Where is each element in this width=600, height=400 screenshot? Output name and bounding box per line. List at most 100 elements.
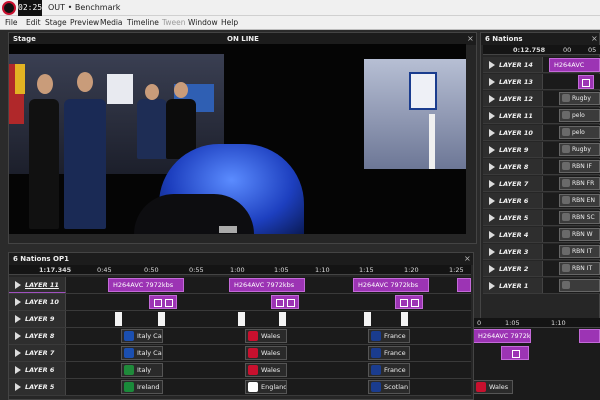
right-layer-label[interactable]: LAYER 2 [483, 261, 543, 276]
stage-view[interactable] [9, 44, 466, 234]
timeline-marker-bar[interactable] [158, 312, 165, 326]
right-layer-row[interactable]: LAYER 4 RBN W [483, 227, 600, 243]
right-thumb-clip[interactable]: RBN IT [559, 245, 600, 258]
play-icon[interactable] [489, 180, 495, 188]
play-icon[interactable] [15, 349, 21, 357]
timeline-marker-bar[interactable] [364, 312, 371, 326]
play-icon[interactable] [15, 298, 21, 306]
right-layer-row[interactable]: LAYER 6 RBN EN [483, 193, 600, 209]
timeline-clip[interactable]: H264AVC 7972kbs [229, 278, 305, 292]
play-icon[interactable] [489, 197, 495, 205]
right-layer-label[interactable]: LAYER 7 [483, 176, 543, 191]
timeline-layer-label[interactable]: LAYER 5 [9, 379, 66, 395]
right-layer-row[interactable]: LAYER 8 RBN IF [483, 159, 600, 175]
menu-help[interactable]: Help [221, 16, 238, 30]
timeline-mini-clip[interactable] [271, 295, 299, 309]
nation-clip[interactable]: Wales [245, 329, 287, 343]
right-thumb-clip[interactable]: RBN SC [559, 211, 600, 224]
nation-clip[interactable]: Wales [245, 363, 287, 377]
right-thumb-clip[interactable]: RBN W [559, 228, 600, 241]
right-layer-label[interactable]: LAYER 14 [483, 57, 543, 72]
menu-file[interactable]: File [5, 16, 18, 30]
timeline-layer-label[interactable]: LAYER 6 [9, 362, 66, 378]
timeline-mini-clip[interactable] [395, 295, 423, 309]
right-layer-label[interactable]: LAYER 13 [483, 74, 543, 89]
menu-preview[interactable]: Preview [70, 16, 99, 30]
timeline-layer-label[interactable]: LAYER 10 [9, 294, 66, 310]
stage-close-icon[interactable]: × [467, 33, 474, 45]
timeline-layer-row[interactable]: LAYER 10 [9, 294, 471, 311]
menu-media[interactable]: Media [100, 16, 123, 30]
right-thumb-clip[interactable]: Rugby [559, 92, 600, 105]
play-icon[interactable] [489, 129, 495, 137]
right-layer-row[interactable]: LAYER 1 [483, 278, 600, 294]
timeline-layer-label[interactable]: LAYER 9 [9, 311, 66, 327]
nation-clip[interactable]: Italy [121, 363, 163, 377]
right-thumb-clip[interactable]: RBN EN [559, 194, 600, 207]
right-layer-label[interactable]: LAYER 4 [483, 227, 543, 242]
timeline-layer-label[interactable]: LAYER 8 [9, 328, 66, 344]
play-icon[interactable] [489, 146, 495, 154]
nation-clip[interactable]: Italy Ca [121, 346, 163, 360]
right-layer-label[interactable]: LAYER 5 [483, 210, 543, 225]
right-layer-row[interactable]: LAYER 10 pelo [483, 125, 600, 141]
right-bottom-clip[interactable]: H264AVC 7972kbs [473, 329, 531, 343]
right-clip[interactable]: H264AVC [549, 58, 600, 72]
menu-window[interactable]: Window [188, 16, 218, 30]
timeline-marker-bar[interactable] [238, 312, 245, 326]
right-layer-row[interactable]: LAYER 14 H264AVC [483, 57, 600, 73]
timeline-clip[interactable]: H264AVC 7972kbs [353, 278, 429, 292]
nation-clip[interactable]: England [245, 380, 287, 394]
right-thumb-clip[interactable]: pelo [559, 126, 600, 139]
right-bottom-mini-clip[interactable] [501, 346, 529, 360]
right-layer-row[interactable]: LAYER 5 RBN SC [483, 210, 600, 226]
right-thumb-clip[interactable]: RBN IT [559, 262, 600, 275]
menu-timeline[interactable]: Timeline [127, 16, 159, 30]
right-layer-row[interactable]: LAYER 12 Rugby [483, 91, 600, 107]
timeline-mini-clip[interactable] [149, 295, 177, 309]
timeline-layer-row[interactable]: LAYER 9 [9, 311, 471, 328]
nation-clip[interactable]: Italy Ca [121, 329, 163, 343]
timeline-marker-bar[interactable] [279, 312, 286, 326]
right-thumb-clip[interactable]: pelo [559, 109, 600, 122]
timeline-marker-bar[interactable] [401, 312, 408, 326]
timeline-layer-label[interactable]: LAYER 11 [9, 277, 66, 293]
play-icon[interactable] [489, 214, 495, 222]
play-icon[interactable] [489, 265, 495, 273]
right-bottom-nation-clip[interactable]: Wales [473, 380, 513, 394]
right-thumb-clip[interactable] [559, 279, 600, 292]
play-icon[interactable] [489, 282, 495, 290]
right-layer-label[interactable]: LAYER 11 [483, 108, 543, 123]
play-icon[interactable] [489, 78, 495, 86]
play-icon[interactable] [15, 366, 21, 374]
timeline-close-icon[interactable]: × [464, 253, 471, 265]
right-thumb-clip[interactable]: Rugby [559, 143, 600, 156]
right-layer-label[interactable]: LAYER 8 [483, 159, 543, 174]
right-layer-label[interactable]: LAYER 12 [483, 91, 543, 106]
nation-clip[interactable]: Ireland [121, 380, 163, 394]
right-layer-label[interactable]: LAYER 10 [483, 125, 543, 140]
play-icon[interactable] [489, 231, 495, 239]
right-layer-label[interactable]: LAYER 9 [483, 142, 543, 157]
play-icon[interactable] [15, 383, 21, 391]
timeline-clip[interactable]: H264AVC 7972kbs [108, 278, 184, 292]
timeline-clip[interactable] [457, 278, 471, 292]
timeline-layer-row[interactable]: LAYER 6 Italy Wales France [9, 362, 471, 379]
right-layer-row[interactable]: LAYER 2 RBN IT [483, 261, 600, 277]
right-thumb-clip[interactable]: RBN IF [559, 160, 600, 173]
timeline-layer-row[interactable]: LAYER 11 H264AVC 7972kbs H264AVC 7972kbs H2… [9, 277, 471, 294]
stage-scroll-thumb[interactable] [219, 226, 237, 233]
play-icon[interactable] [15, 315, 21, 323]
nation-clip[interactable]: France [368, 346, 410, 360]
play-icon[interactable] [15, 281, 21, 289]
nation-clip[interactable]: Wales [245, 346, 287, 360]
right-layer-row[interactable]: LAYER 13 [483, 74, 600, 90]
nation-clip[interactable]: France [368, 363, 410, 377]
right-bottom-clip-2[interactable] [579, 329, 600, 343]
timeline-layer-row[interactable]: LAYER 5 Ireland England Scotlan [9, 379, 471, 396]
menu-stage[interactable]: Stage [45, 16, 67, 30]
menu-tween[interactable]: Tween [162, 16, 185, 30]
play-icon[interactable] [15, 332, 21, 340]
menu-edit[interactable]: Edit [26, 16, 41, 30]
play-icon[interactable] [489, 163, 495, 171]
